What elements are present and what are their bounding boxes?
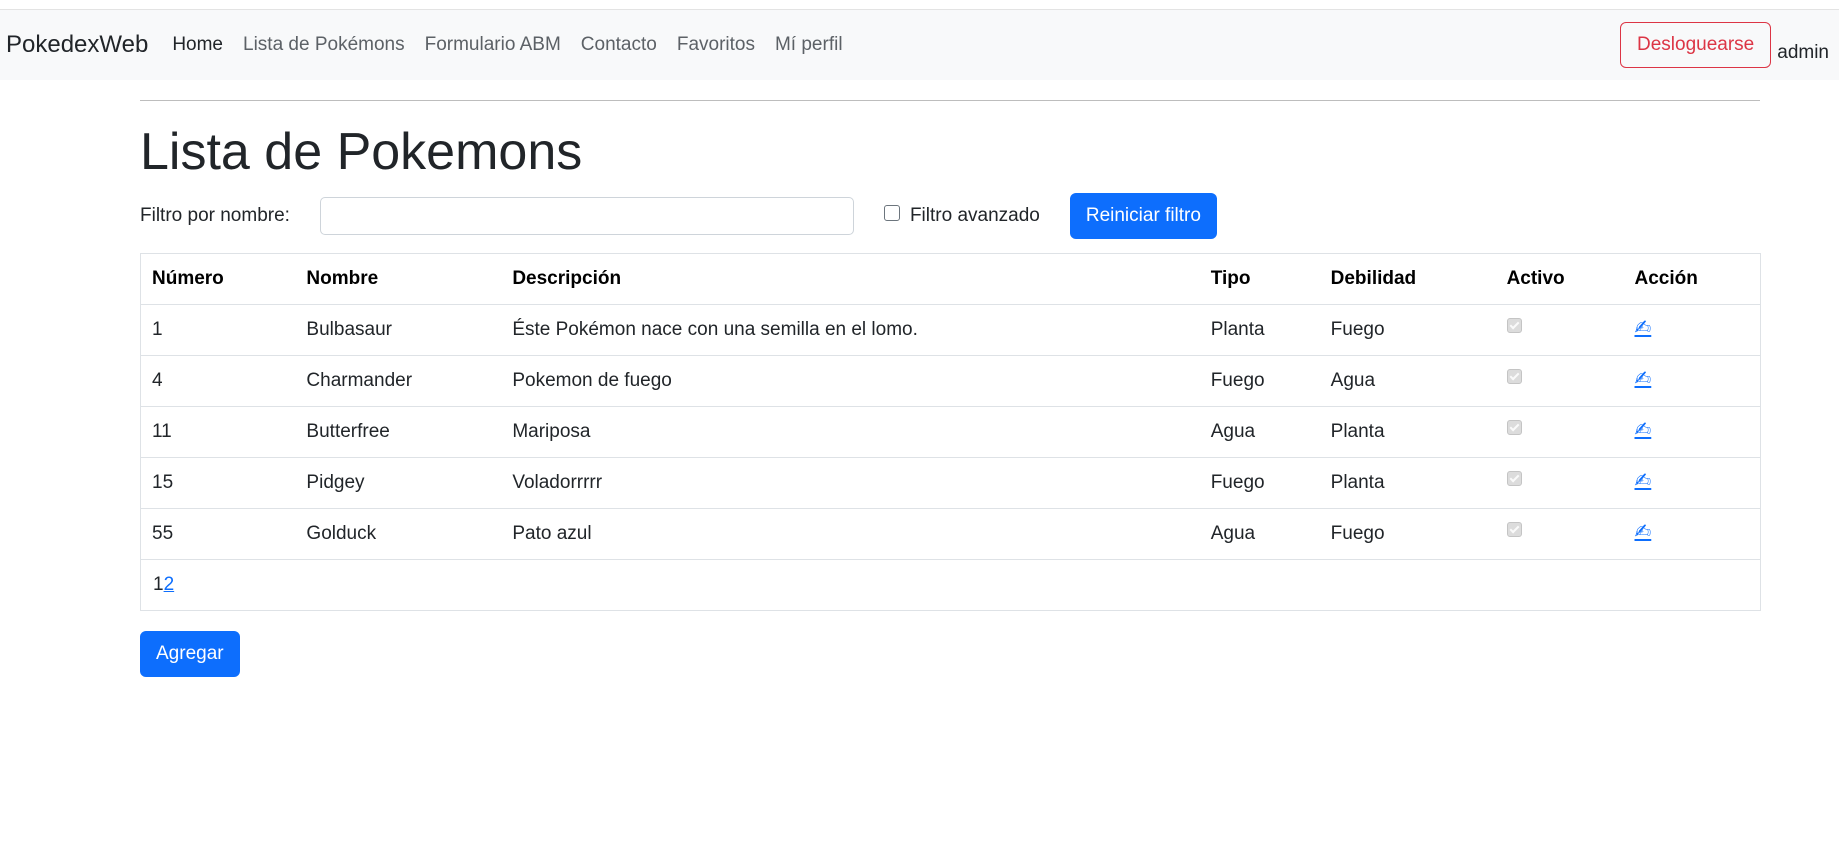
navbar: PokedexWeb Home Lista de Pokémons Formul… — [0, 10, 1839, 80]
pagination: 12 — [140, 559, 1761, 611]
page-title: Lista de Pokemons — [140, 123, 583, 181]
cell-tipo: Agua — [1199, 406, 1320, 458]
header-descripcion: Descripción — [501, 253, 1200, 305]
page-current: 1 — [153, 573, 164, 595]
table-row: 15 Pidgey Voladorrrrr Fuego Planta ✍ — [140, 457, 1761, 509]
cell-accion: ✍ — [1623, 406, 1761, 458]
table-header-row: Número Nombre Descripción Tipo Debilidad… — [140, 253, 1761, 305]
filter-bar: Filtro por nombre: Filtro avanzado Reini… — [140, 192, 1760, 239]
table-row: 55 Golduck Pato azul Agua Fuego ✍ — [140, 508, 1761, 560]
top-border — [0, 0, 1839, 10]
active-checkbox — [1506, 419, 1522, 435]
nav-user-area: Desloguearse admin — [1620, 22, 1829, 68]
cell-descripcion: Pokemon de fuego — [501, 355, 1200, 407]
edit-icon[interactable]: ✍ — [1635, 366, 1652, 391]
cell-activo — [1495, 304, 1624, 356]
nav-link-formulario-abm[interactable]: Formulario ABM — [425, 34, 561, 56]
cell-activo — [1495, 406, 1624, 458]
edit-icon[interactable]: ✍ — [1635, 519, 1652, 544]
main-container: Lista de Pokemons Filtro por nombre: Fil… — [140, 100, 1761, 677]
cell-descripcion: Voladorrrrr — [501, 457, 1200, 509]
cell-numero: 11 — [140, 406, 296, 458]
table-row: 1 Bulbasaur Éste Pokémon nace con una se… — [140, 304, 1761, 356]
active-checkbox — [1506, 521, 1522, 537]
filter-label: Filtro por nombre: — [140, 204, 290, 226]
page-link-next[interactable]: 2 — [164, 574, 175, 595]
cell-activo — [1495, 457, 1624, 509]
advanced-filter-label: Filtro avanzado — [909, 204, 1040, 226]
active-checkbox — [1506, 368, 1522, 384]
cell-nombre: Charmander — [295, 355, 502, 407]
username-label: admin — [1777, 42, 1829, 63]
active-checkbox — [1506, 317, 1522, 333]
nav-link-mi-perfil[interactable]: Mí perfil — [775, 34, 843, 56]
reset-filter-button[interactable]: Reiniciar filtro — [1069, 192, 1217, 239]
header-nombre: Nombre — [295, 253, 502, 305]
cell-activo — [1495, 355, 1624, 407]
divider — [140, 100, 1760, 101]
cell-nombre: Butterfree — [295, 406, 502, 458]
header-debilidad: Debilidad — [1319, 253, 1496, 305]
cell-activo — [1495, 508, 1624, 560]
cell-tipo: Fuego — [1199, 457, 1320, 509]
cell-accion: ✍ — [1623, 508, 1761, 560]
cell-numero: 55 — [140, 508, 296, 560]
cell-nombre: Bulbasaur — [295, 304, 502, 356]
header-tipo: Tipo — [1199, 253, 1320, 305]
cell-debilidad: Planta — [1319, 457, 1496, 509]
cell-nombre: Pidgey — [295, 457, 502, 509]
pagination-row: 12 — [140, 559, 1761, 611]
cell-nombre: Golduck — [295, 508, 502, 560]
cell-numero: 15 — [140, 457, 296, 509]
cell-tipo: Planta — [1199, 304, 1320, 356]
cell-debilidad: Planta — [1319, 406, 1496, 458]
logout-button[interactable]: Desloguearse — [1620, 22, 1772, 68]
edit-icon[interactable]: ✍ — [1635, 315, 1652, 340]
nav-link-contacto[interactable]: Contacto — [581, 34, 657, 56]
cell-accion: ✍ — [1623, 457, 1761, 509]
cell-debilidad: Agua — [1319, 355, 1496, 407]
nav-link-favoritos[interactable]: Favoritos — [677, 34, 755, 56]
cell-tipo: Agua — [1199, 508, 1320, 560]
pokemon-table: Número Nombre Descripción Tipo Debilidad… — [140, 252, 1761, 611]
nav-link-lista-pokemons[interactable]: Lista de Pokémons — [243, 34, 405, 56]
cell-numero: 4 — [140, 355, 296, 407]
edit-icon[interactable]: ✍ — [1635, 468, 1652, 493]
add-pokemon-button[interactable]: Agregar — [140, 630, 240, 677]
cell-numero: 1 — [140, 304, 296, 356]
cell-tipo: Fuego — [1199, 355, 1320, 407]
cell-debilidad: Fuego — [1319, 304, 1496, 356]
table-row: 4 Charmander Pokemon de fuego Fuego Agua… — [140, 355, 1761, 407]
cell-descripcion: Éste Pokémon nace con una semilla en el … — [501, 304, 1200, 356]
header-numero: Número — [140, 253, 296, 305]
header-activo: Activo — [1495, 253, 1624, 305]
brand-link[interactable]: PokedexWeb — [6, 31, 148, 59]
advanced-filter-checkbox[interactable] — [883, 204, 900, 221]
header-accion: Acción — [1623, 253, 1761, 305]
cell-accion: ✍ — [1623, 355, 1761, 407]
cell-debilidad: Fuego — [1319, 508, 1496, 560]
cell-descripcion: Mariposa — [501, 406, 1200, 458]
cell-descripcion: Pato azul — [501, 508, 1200, 560]
table-row: 11 Butterfree Mariposa Agua Planta ✍ — [140, 406, 1761, 458]
nav-link-home[interactable]: Home — [172, 34, 223, 56]
cell-accion: ✍ — [1623, 304, 1761, 356]
name-filter-input[interactable] — [319, 196, 854, 235]
active-checkbox — [1506, 470, 1522, 486]
edit-icon[interactable]: ✍ — [1635, 417, 1652, 442]
